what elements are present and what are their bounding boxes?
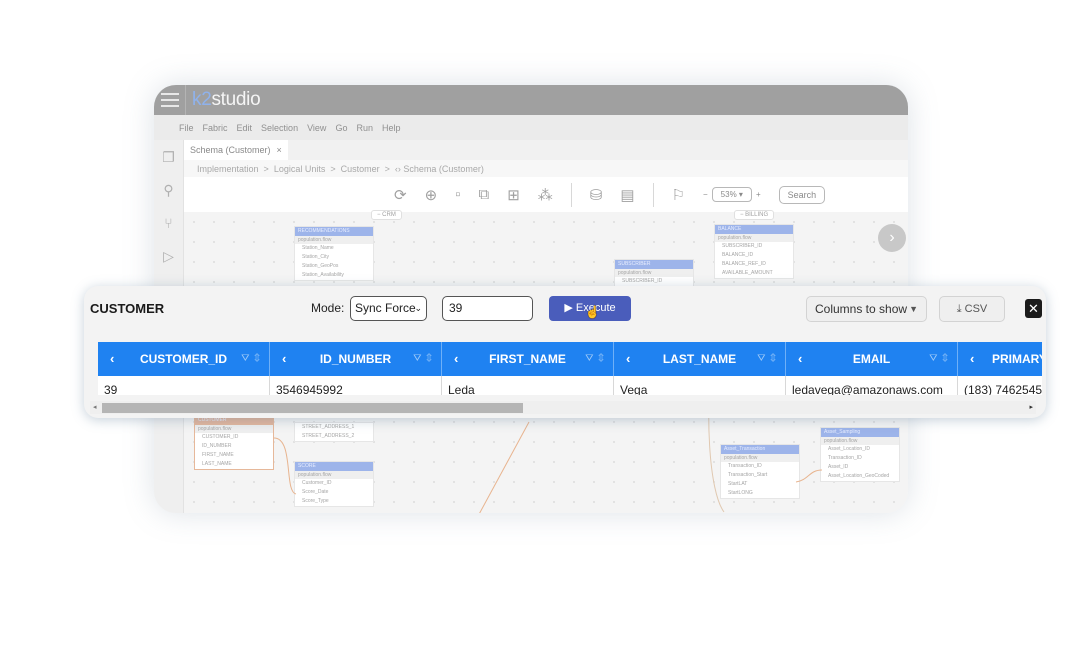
zoom-out-button[interactable]: −: [703, 190, 708, 199]
group-select-icon[interactable]: ⧉: [478, 186, 489, 203]
entity-card[interactable]: CUSTOMER population.flow CUSTOMER_ID ID_…: [194, 415, 274, 470]
cell-customer-id: 39: [98, 376, 270, 395]
column-header-primary[interactable]: ‹ PRIMARY: [958, 342, 1042, 376]
panel-title: CUSTOMER: [90, 301, 165, 316]
filter-sort-icon[interactable]: ⛛ ⇕: [585, 342, 605, 376]
mode-select[interactable]: Sync Force ⌄: [350, 296, 427, 321]
breadcrumb: Implementation > Logical Units > Custome…: [184, 160, 908, 177]
filter-sort-icon[interactable]: ⛛ ⇕: [241, 342, 261, 376]
data-viewer-panel: CUSTOMER Mode: Sync Force ⌄ 39 ▶ Execute…: [84, 286, 1046, 418]
cell-first-name: Leda: [442, 376, 614, 395]
menu-bar: File Fabric Edit Selection View Go Run H…: [154, 115, 908, 140]
collapse-left-icon[interactable]: ‹: [282, 342, 286, 376]
breadcrumb-separator: >: [384, 163, 390, 174]
collapse-left-icon[interactable]: ‹: [798, 342, 802, 376]
column-header-email[interactable]: ‹ EMAIL ⛛ ⇕: [786, 342, 958, 376]
run-debug-icon[interactable]: ▷: [161, 247, 177, 265]
schema-toolbar: ⟳ ⊕ ▫ ⧉ ⊞ ⁂ ⛁ ▤ ⚐ − 53% ▾ + Search: [184, 177, 908, 212]
group-label-crm[interactable]: − CRM: [371, 210, 402, 220]
cell-id-number: 3546945992: [270, 376, 442, 395]
mode-label: Mode:: [311, 301, 345, 315]
scroll-right-arrow-icon[interactable]: ▸: [1029, 401, 1033, 414]
cell-email: ledavega@amazonaws.com: [786, 376, 958, 395]
caret-down-icon: ▼: [909, 304, 918, 314]
menu-edit[interactable]: Edit: [237, 123, 253, 133]
editor-tabs: Schema (Customer) ×: [184, 140, 908, 160]
zoom-in-icon[interactable]: ⊕: [425, 186, 438, 204]
scrollbar-thumb[interactable]: [102, 403, 523, 413]
explorer-icon[interactable]: ❐: [161, 148, 177, 166]
entity-card[interactable]: SUBSCRIBER population.flow SUBSCRIBER_ID: [614, 259, 694, 287]
hamburger-menu-icon[interactable]: [154, 85, 186, 115]
fit-icon[interactable]: ▫: [455, 186, 460, 203]
source-control-icon[interactable]: ⑂: [161, 214, 177, 232]
tab-schema-customer[interactable]: Schema (Customer) ×: [184, 140, 288, 160]
columns-to-show-dropdown[interactable]: Columns to show ▼: [806, 296, 927, 322]
breadcrumb-separator: >: [330, 163, 336, 174]
collapse-left-icon[interactable]: ‹: [626, 342, 630, 376]
title-bar: k2studio: [154, 85, 908, 115]
cell-last-name: Vega: [614, 376, 786, 395]
cell-primary: (183) 7462545: [964, 383, 1042, 395]
hand-cursor-icon: ☝: [585, 305, 600, 319]
table-header: ‹ CUSTOMER_ID ⛛ ⇕ ‹ ID_NUMBER ⛛ ⇕ ‹ FIRS…: [98, 342, 1042, 376]
collapse-left-icon[interactable]: ‹: [110, 342, 114, 376]
menu-file[interactable]: File: [179, 123, 194, 133]
menu-run[interactable]: Run: [356, 123, 373, 133]
menu-go[interactable]: Go: [335, 123, 347, 133]
map-icon[interactable]: ⚐: [672, 186, 685, 204]
app-logo: k2studio: [192, 89, 261, 110]
instance-id-input[interactable]: 39: [442, 296, 533, 321]
collapse-left-icon[interactable]: ‹: [970, 342, 974, 376]
toolbar-divider: [652, 182, 654, 207]
filter-sort-icon[interactable]: ⛛ ⇕: [929, 342, 949, 376]
table-row[interactable]: 39 3546945992 Leda Vega ledavega@amazona…: [98, 376, 1042, 395]
filter-sort-icon[interactable]: ⛛ ⇕: [757, 342, 777, 376]
relation-line: [273, 437, 297, 495]
menu-fabric[interactable]: Fabric: [203, 123, 228, 133]
zoom-in-button[interactable]: +: [756, 190, 761, 199]
filter-sort-icon[interactable]: ⛛ ⇕: [413, 342, 433, 376]
graph-icon[interactable]: ⁂: [538, 186, 553, 204]
breadcrumb-schema[interactable]: ‹› Schema (Customer): [395, 164, 484, 174]
table-search-icon[interactable]: ▤: [620, 186, 634, 204]
column-header-first-name[interactable]: ‹ FIRST_NAME ⛛ ⇕: [442, 342, 614, 376]
menu-selection[interactable]: Selection: [261, 123, 298, 133]
column-header-last-name[interactable]: ‹ LAST_NAME ⛛ ⇕: [614, 342, 786, 376]
refresh-icon[interactable]: ⟳: [394, 186, 407, 204]
add-table-icon[interactable]: ⊞: [507, 186, 520, 204]
stage: k2studio File Fabric Edit Selection View…: [0, 0, 1082, 651]
entity-card[interactable]: Asset_Sampling population.flow Asset_Loc…: [820, 427, 900, 482]
breadcrumb-logical-units[interactable]: Logical Units: [274, 164, 326, 174]
entity-card[interactable]: BALANCE population.flow SUBSCRIBER_ID BA…: [714, 224, 794, 279]
horizontal-scrollbar[interactable]: ◂ ▸: [90, 401, 1036, 414]
breadcrumb-separator: >: [263, 163, 269, 174]
menu-view[interactable]: View: [307, 123, 326, 133]
collapse-left-icon[interactable]: ‹: [454, 342, 458, 376]
entity-card[interactable]: SCORE population.flow Customer_ID Score_…: [294, 461, 374, 507]
toolbar-divider: [570, 182, 572, 207]
breadcrumb-implementation[interactable]: Implementation: [197, 164, 259, 174]
menu-help[interactable]: Help: [382, 123, 401, 133]
column-header-id-number[interactable]: ‹ ID_NUMBER ⛛ ⇕: [270, 342, 442, 376]
entity-card[interactable]: STREET_ADDRESS_1 STREET_ADDRESS_2: [294, 422, 374, 442]
column-header-customer-id[interactable]: ‹ CUSTOMER_ID ⛛ ⇕: [98, 342, 270, 376]
breadcrumb-customer[interactable]: Customer: [341, 164, 380, 174]
zoom-level-select[interactable]: 53% ▾: [711, 187, 752, 202]
csv-export-button[interactable]: ⤓ CSV: [939, 296, 1005, 322]
close-icon[interactable]: ✕: [1025, 299, 1042, 318]
relation-line: [479, 421, 530, 513]
close-tab-icon[interactable]: ×: [277, 145, 282, 155]
next-arrow-button[interactable]: ›: [878, 224, 906, 252]
chevron-down-icon: ⌄: [414, 303, 422, 313]
schema-search-input[interactable]: Search: [778, 185, 826, 204]
scroll-left-arrow-icon[interactable]: ◂: [93, 401, 97, 414]
search-icon[interactable]: ⚲: [161, 181, 177, 199]
group-label-billing[interactable]: − BILLING: [734, 210, 775, 220]
entity-card[interactable]: Asset_Transaction population.flow Transa…: [720, 444, 800, 499]
entity-card[interactable]: RECOMMENDATIONS population.flow Station_…: [294, 226, 374, 281]
db-search-icon[interactable]: ⛁: [590, 186, 603, 204]
zoom-control: − 53% ▾ +: [703, 187, 761, 202]
results-table: ‹ CUSTOMER_ID ⛛ ⇕ ‹ ID_NUMBER ⛛ ⇕ ‹ FIRS…: [98, 342, 1042, 395]
